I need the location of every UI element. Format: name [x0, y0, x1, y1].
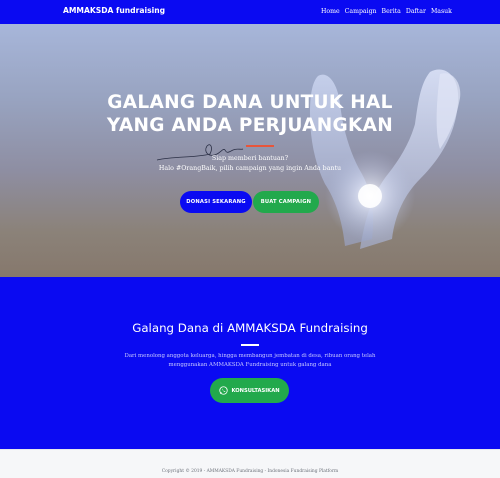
nav-link-daftar[interactable]: Daftar [406, 8, 426, 15]
nav-link-berita[interactable]: Berita [382, 8, 401, 15]
hero-title: GALANG DANA UNTUK HAL YANG ANDA PERJUANG… [90, 91, 410, 137]
brand-logo-text[interactable]: AMMAKSDA fundraising [63, 6, 165, 15]
donate-now-button[interactable]: DONASI SEKARANG [180, 191, 252, 213]
about-title: Galang Dana di AMMAKSDA Fundraising [132, 321, 368, 335]
consult-button-label: KONSULTASIKAN [231, 387, 280, 394]
nav-link-masuk[interactable]: Masuk [431, 8, 452, 15]
whatsapp-icon [219, 386, 229, 395]
about-divider [241, 344, 259, 346]
hero-banner: GALANG DANA UNTUK HAL YANG ANDA PERJUANG… [0, 24, 500, 277]
nav-menu: Home Campaign Berita Daftar Masuk [321, 8, 452, 15]
about-description-line2: menggunakan AMMAKSDA Fundraising untuk g… [168, 362, 332, 368]
hero-praying-hands-image [310, 69, 461, 249]
about-description-line1: Dari menolong anggota keluarga, hingga m… [124, 353, 376, 359]
footer-copyright: Copyright © 2019 - AMMAKSDA Fundraising … [161, 469, 339, 474]
hero-title-line2: YANG ANDA PERJUANGKAN [106, 115, 394, 136]
create-campaign-button[interactable]: BUAT CAMPAIGN [253, 191, 319, 213]
about-section: Galang Dana di AMMAKSDA Fundraising Dari… [0, 277, 500, 449]
nav-link-home[interactable]: Home [321, 8, 340, 15]
top-navbar: AMMAKSDA fundraising Home Campaign Berit… [0, 0, 500, 24]
hero-subtitle-question: Siap memberi bantuan? [211, 155, 289, 162]
consult-button[interactable]: KONSULTASIKAN [210, 378, 289, 403]
hero-subtitle-invite: Halo #OrangBaik, pilih campaign yang ing… [158, 165, 342, 172]
nav-link-campaign[interactable]: Campaign [345, 8, 377, 15]
hero-title-line1: GALANG DANA UNTUK HAL [107, 92, 393, 113]
hero-divider [246, 145, 274, 147]
